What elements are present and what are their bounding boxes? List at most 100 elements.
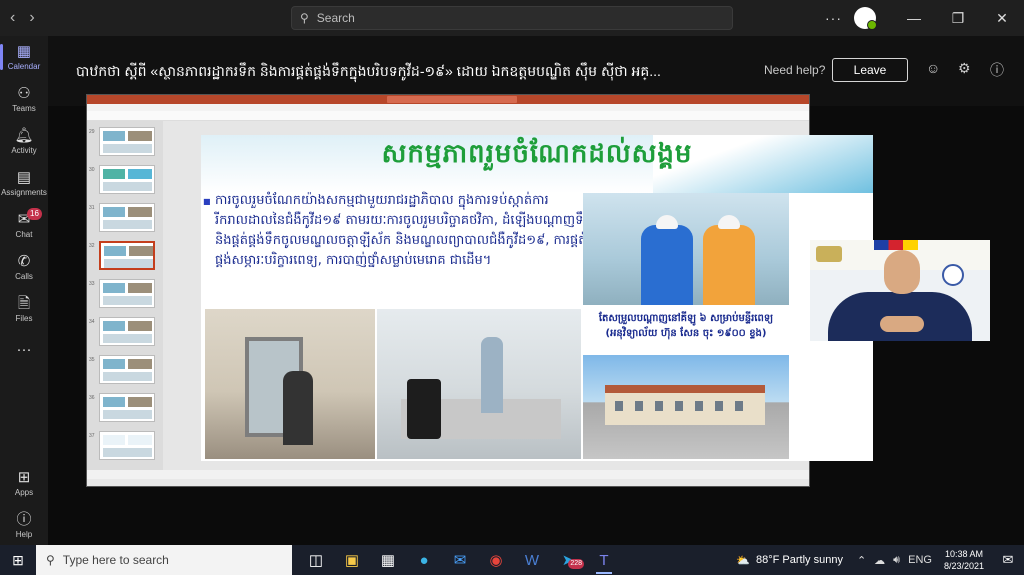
clock-date: 8/23/2021	[943, 561, 984, 571]
rail-label: Apps	[14, 487, 34, 497]
rail-label: Chat	[15, 229, 33, 239]
back-arrow-icon[interactable]: ‹	[10, 9, 15, 27]
rail-files[interactable]: 🗎︎ Files	[0, 288, 48, 330]
participant-video[interactable]	[810, 240, 990, 341]
rail-calendar[interactable]: ▦ Calendar	[0, 36, 48, 78]
store-icon[interactable]: ▦	[370, 545, 406, 575]
rail-more[interactable]: ···	[0, 330, 48, 372]
thumb-number: 33	[89, 281, 95, 287]
slide-thumbnail	[99, 203, 155, 232]
help-icon: ⓘ	[16, 510, 32, 528]
avatar[interactable]	[854, 7, 877, 30]
app-rail: ▦ Calendar ⚇ Teams 🔔︎ Activity ▤ Assignm…	[0, 36, 48, 545]
edge-icon[interactable]: ●	[406, 545, 442, 575]
person-figure	[283, 371, 313, 445]
calendar-icon: ▦	[16, 42, 32, 60]
rail-label: Calendar	[7, 61, 41, 71]
speaker-hands	[880, 316, 924, 332]
mail-icon[interactable]: ✉	[442, 545, 478, 575]
chat-badge: 16	[27, 208, 42, 220]
clock-time: 10:38 AM	[944, 549, 983, 559]
volume-icon[interactable]: 🔊︎	[893, 554, 900, 567]
slide-thumbnail	[99, 355, 155, 384]
ppe-person-figure	[481, 337, 503, 413]
logo-right	[942, 264, 964, 286]
ppt-titlebar	[87, 95, 809, 104]
task-view-icon[interactable]: ◫	[298, 545, 334, 575]
building-shape	[605, 385, 765, 425]
chair-shape	[407, 379, 441, 439]
people-icon[interactable]: ☺	[926, 60, 940, 76]
thumb-number: 35	[89, 357, 95, 363]
rail-teams[interactable]: ⚇ Teams	[0, 78, 48, 120]
slide-thumbnail	[99, 127, 155, 156]
telegram-badge: 228	[568, 559, 584, 569]
word-icon[interactable]: W	[514, 545, 550, 575]
search-placeholder: Search	[316, 11, 355, 25]
gear-icon[interactable]: ⚙	[958, 60, 971, 77]
rail-apps[interactable]: ⊞ Apps	[0, 462, 48, 504]
title-bar: ‹ › ⚲ Search ··· — ❐ ✕	[0, 0, 1024, 36]
slide-canvas: សកម្មភាពរួមចំណែកដល់សង្គម ការចូលរួមចំណែកយ…	[201, 135, 873, 461]
title-right: ··· — ❐ ✕	[825, 0, 1024, 36]
partly-sunny-icon: ⛅	[736, 554, 751, 567]
more-options-icon[interactable]: ···	[825, 10, 842, 26]
apps-icon: ⊞	[17, 468, 31, 486]
rail-assignments[interactable]: ▤ Assignments	[0, 162, 48, 204]
windows-start-icon[interactable]: ⊞	[0, 545, 36, 575]
rail-label: Files	[15, 313, 33, 323]
chrome-icon[interactable]: ◉	[478, 545, 514, 575]
rail-label: Assignments	[1, 187, 47, 197]
nav-arrows: ‹ ›	[10, 9, 35, 27]
worker-figure	[641, 225, 693, 305]
chevron-up-icon[interactable]: ⌃	[857, 554, 866, 567]
language-indicator[interactable]: ENG	[908, 554, 932, 566]
shared-screen: 29 30 31 32 33 34 35 36 37 សកម្មភាពរួមចំ…	[86, 94, 873, 487]
rail-label: Teams	[12, 103, 36, 113]
telegram-icon[interactable]: ➤228	[550, 545, 586, 575]
minimize-icon[interactable]: —	[892, 0, 936, 36]
search-input[interactable]: ⚲ Search	[291, 6, 733, 30]
helmet-shape	[656, 215, 678, 229]
thumb-number: 36	[89, 395, 95, 401]
assignments-icon: ▤	[16, 168, 32, 186]
rail-calls[interactable]: ✆ Calls	[0, 246, 48, 288]
weather-widget[interactable]: ⛅ 88°F Partly sunny	[736, 554, 843, 567]
need-help-link[interactable]: Need help?	[764, 63, 825, 77]
close-icon[interactable]: ✕	[980, 0, 1024, 36]
office-photo	[377, 309, 581, 459]
photo-caption: តែសម្រួលបណ្ដាញនៅគីឡូ ៦ សម្រាប់មន្ទីរពេទ្…	[583, 307, 789, 355]
taskbar-search-input[interactable]: ⚲ Type here to search	[36, 545, 292, 575]
workers-photo	[583, 193, 789, 305]
ppt-ribbon-tabs	[87, 104, 809, 111]
slide-title: សកម្មភាពរួមចំណែកដល់សង្គម	[381, 139, 693, 169]
slide-thumbnail-selected	[99, 241, 155, 270]
rail-activity[interactable]: 🔔︎ Activity	[0, 120, 48, 162]
rail-chat[interactable]: ✉ 16 Chat	[0, 204, 48, 246]
info-icon[interactable]: ⓘ	[990, 60, 1004, 80]
file-explorer-icon[interactable]: ▣	[334, 545, 370, 575]
more-icon: ···	[16, 341, 32, 358]
thumb-number: 30	[89, 167, 95, 173]
cloud-icon[interactable]: ☁	[874, 554, 885, 567]
slide-thumbnail	[99, 317, 155, 346]
notification-icon[interactable]: ✉	[996, 552, 1020, 568]
search-icon: ⚲	[46, 553, 55, 567]
search-icon: ⚲	[300, 11, 309, 25]
teams-taskbar-icon[interactable]: T	[586, 545, 622, 575]
speaker-head	[884, 250, 920, 294]
rail-help[interactable]: ⓘ Help	[0, 504, 48, 546]
worker-figure	[703, 225, 755, 305]
leave-button[interactable]: Leave	[832, 58, 908, 82]
slide-bullet-text: ការចូលរួមចំណែកយ៉ាងសកម្មជាមួយរាជរដ្ឋាភិបា…	[203, 191, 595, 271]
forward-arrow-icon[interactable]: ›	[29, 9, 34, 27]
ppt-ribbon	[87, 111, 809, 121]
taskbar-search-placeholder: Type here to search	[62, 553, 169, 567]
ppt-search	[387, 96, 517, 103]
meeting-title: បាឋកថា ស្ដីពី «ស្ថានភាពរដ្ឋាករទឹក និងការ…	[76, 63, 661, 79]
ppt-statusbar	[87, 470, 809, 479]
slide-thumbnail	[99, 279, 155, 308]
clock[interactable]: 10:38 AM 8/23/2021	[944, 548, 984, 572]
restore-icon[interactable]: ❐	[936, 0, 980, 36]
helmet-shape	[718, 215, 740, 229]
